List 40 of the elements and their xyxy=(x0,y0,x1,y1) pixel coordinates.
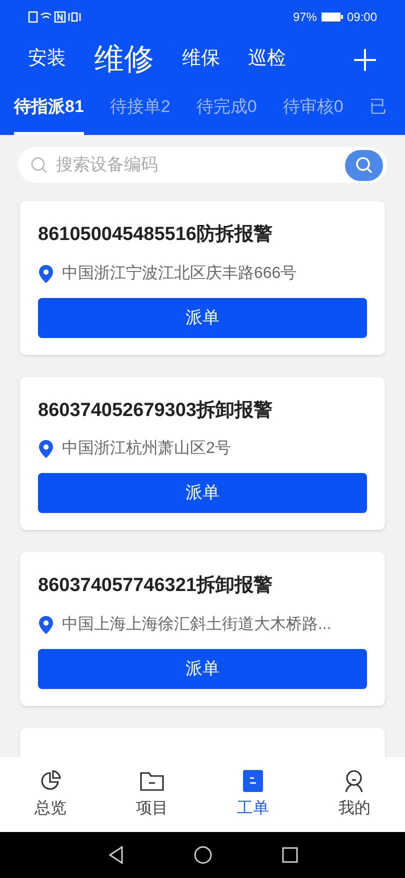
order-address: 中国上海上海徐汇斜土街道大木桥路... xyxy=(62,614,332,634)
dispatch-button[interactable]: 派单 xyxy=(38,473,367,513)
clock: 09:00 xyxy=(346,9,377,26)
search-field[interactable]: 搜索设备编码 xyxy=(56,152,345,178)
nav-item[interactable]: 项目 xyxy=(101,768,202,820)
status-tab[interactable]: 待审核0 xyxy=(282,85,344,135)
pie-chart-icon xyxy=(38,768,63,792)
category-tab[interactable]: 安装 xyxy=(28,45,66,74)
back-icon[interactable] xyxy=(108,846,124,864)
user-icon xyxy=(343,768,366,792)
order-address: 中国浙江宁波江北区庆丰路666号 xyxy=(62,264,297,284)
add-icon[interactable] xyxy=(353,48,377,72)
order-title: 861050045485516防拆报警 xyxy=(38,222,274,247)
search-bar[interactable]: 搜索设备编码 xyxy=(18,147,387,183)
category-tab[interactable]: 巡检 xyxy=(248,45,286,74)
search-button[interactable] xyxy=(345,150,383,180)
status-tab[interactable]: 待指派81 xyxy=(14,85,84,135)
category-tab[interactable]: 维保 xyxy=(182,45,220,74)
status-tab[interactable]: 待完成0 xyxy=(196,85,257,135)
nav-item[interactable]: 工单 xyxy=(202,768,304,820)
order-title: 860374057746321拆卸报警 xyxy=(38,574,274,598)
document-icon xyxy=(242,768,264,792)
location-pin-icon xyxy=(38,440,54,458)
search-icon xyxy=(355,156,373,174)
category-tab[interactable]: 维修 xyxy=(94,37,154,82)
battery-percent: 97% xyxy=(292,9,317,26)
dispatch-button[interactable]: 派单 xyxy=(38,648,367,688)
status-tab[interactable]: 待接单2 xyxy=(110,85,170,135)
recents-icon[interactable] xyxy=(282,847,298,863)
home-icon[interactable] xyxy=(194,846,212,864)
dispatch-button[interactable]: 派单 xyxy=(38,298,367,338)
order-address: 中国浙江杭州萧山区2号 xyxy=(62,438,231,459)
status-tab[interactable]: 已 xyxy=(369,85,386,135)
location-pin-icon xyxy=(38,264,54,282)
nav-item[interactable]: 总览 xyxy=(0,768,102,820)
search-icon xyxy=(30,156,48,174)
nav-item[interactable]: 我的 xyxy=(304,768,405,820)
battery-icon xyxy=(320,12,343,22)
order-title: 860374052679303拆卸报警 xyxy=(38,398,274,422)
location-pin-icon xyxy=(38,616,54,634)
